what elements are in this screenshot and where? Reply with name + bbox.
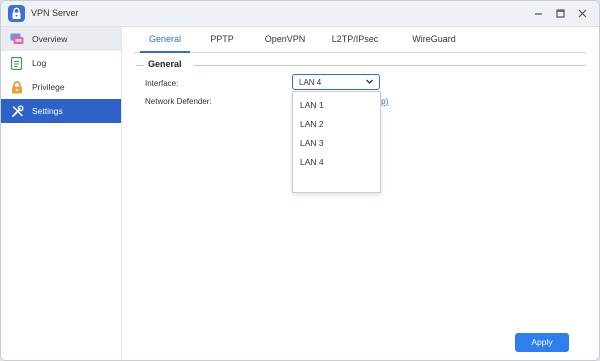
sidebar-item-privilege[interactable]: Privilege [1,75,121,99]
vpn-app-icon [8,5,25,22]
sidebar-item-log[interactable]: Log [1,51,121,75]
interface-select-value: LAN 4 [299,78,322,87]
interface-option-lan-1[interactable]: LAN 1 [293,96,380,115]
tab-openvpn[interactable]: OpenVPN [260,27,310,52]
window-controls [527,5,593,22]
close-icon[interactable] [571,5,593,22]
vpn-server-window: VPN Server Overview Log Privilege Settin… [0,0,600,361]
window-title: VPN Server [31,8,79,18]
minimize-icon[interactable] [527,5,549,22]
main-panel: General PPTP OpenVPN L2TP/IPsec WireGuar… [122,27,599,360]
apply-button[interactable]: Apply [515,333,569,352]
lock-icon [10,80,24,94]
interface-option-lan-4[interactable]: LAN 4 [293,153,380,172]
sidebar-item-label: Overview [32,34,68,44]
maximize-icon[interactable] [549,5,571,22]
tab-l2tp-ipsec[interactable]: L2TP/IPsec [326,27,384,52]
sidebar-item-label: Log [32,58,47,68]
tab-general[interactable]: General [140,27,190,53]
tab-bar: General PPTP OpenVPN L2TP/IPsec WireGuar… [134,27,586,53]
tab-wireguard[interactable]: WireGuard [406,27,462,52]
wrench-icon [10,104,24,118]
interface-select[interactable]: LAN 4 [292,74,380,90]
log-icon [10,56,24,70]
network-defender-label: Network Defender: [145,97,212,106]
interface-option-lan-2[interactable]: LAN 2 [293,115,380,134]
section-divider [136,65,144,66]
tab-pptp[interactable]: PPTP [205,27,239,52]
section-general: General [136,59,586,71]
sidebar-item-settings[interactable]: Settings [1,99,121,123]
interface-dropdown-menu: LAN 1 LAN 2 LAN 3 LAN 4 [292,91,381,193]
overview-icon [10,32,24,46]
sidebar-item-label: Settings [32,106,63,116]
title-bar: VPN Server [1,1,599,27]
sidebar: Overview Log Privilege Settings [1,27,122,360]
section-divider [194,65,586,66]
chevron-down-icon [365,77,374,88]
section-title: General [148,59,182,69]
sidebar-item-overview[interactable]: Overview [1,27,121,51]
sidebar-item-label: Privilege [32,82,65,92]
interface-label: Interface: [145,79,179,88]
interface-option-lan-3[interactable]: LAN 3 [293,134,380,153]
